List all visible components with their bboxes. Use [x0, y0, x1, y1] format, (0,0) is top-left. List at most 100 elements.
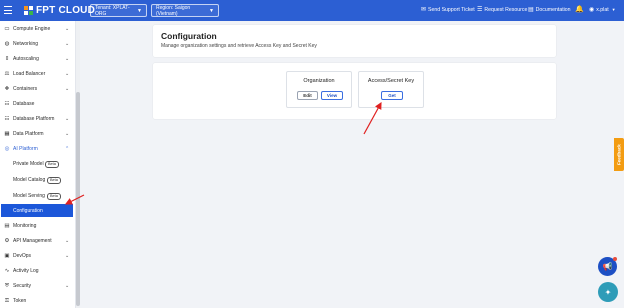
bell-icon[interactable]: 🔔: [575, 5, 584, 13]
sidebar-item-label: Token: [13, 298, 27, 304]
caret-down-icon: ▼: [137, 7, 142, 14]
database-platform-icon: ☷: [4, 116, 10, 122]
globe-icon: ◍: [4, 41, 10, 47]
sidebar-item-configuration[interactable]: Configuration: [1, 204, 73, 217]
sidebar-item-data-platform[interactable]: ▦ Data Platform ⌄: [0, 128, 73, 140]
data-platform-icon: ▦: [4, 131, 10, 137]
assistant-icon: ✦: [604, 287, 612, 297]
sidebar-item-label: Activity Log: [13, 268, 39, 274]
sidebar-item-ai-platform[interactable]: ◎ AI Platform ⌃: [0, 143, 73, 155]
send-support-ticket-link[interactable]: ✉ Send Support Ticket: [421, 6, 475, 14]
tenant-selector[interactable]: Tenant: XPLAT-ORG ▼: [90, 4, 147, 17]
sidebar-item-label: Load Balancer: [13, 71, 46, 77]
sidebar-item-label: Networking: [13, 41, 39, 47]
sidebar-item-label: Data Platform: [13, 131, 44, 137]
sidebar-item-label: Security: [13, 283, 32, 289]
sidebar-item-label: Autoscaling: [13, 56, 39, 62]
request-resource-label: Request Resource: [484, 6, 528, 13]
sidebar-item-label: Model Catalog: [13, 177, 46, 183]
caret-down-icon: ▼: [611, 7, 616, 12]
sidebar-item-label: Private Model: [13, 161, 44, 167]
sidebar-item-devops[interactable]: ▣ DevOps ⌄: [0, 250, 73, 262]
chevron-down-icon: ⌄: [65, 283, 70, 289]
chevron-down-icon: ⌄: [65, 131, 70, 137]
page-title: Configuration: [161, 31, 217, 41]
announcement-button[interactable]: 📢: [598, 257, 617, 276]
key-icon: ⚿: [4, 297, 10, 304]
sidebar-item-token[interactable]: ⚿ Token: [0, 295, 73, 307]
documentation-label: Documentation: [535, 6, 571, 13]
sidebar-item-database[interactable]: ☷ Database: [0, 98, 73, 110]
get-access-key-button[interactable]: Get: [381, 91, 403, 100]
request-resource-link[interactable]: ☰ Request Resource: [477, 6, 528, 14]
sidebar-item-private-model[interactable]: Private Model Beta: [0, 158, 73, 170]
api-icon: ⚙: [4, 238, 10, 244]
sidebar-scrollbar-thumb[interactable]: [76, 92, 80, 306]
fpt-logo-icon: [24, 5, 34, 16]
sidebar-item-autoscaling[interactable]: ⇕ Autoscaling ⌄: [0, 53, 73, 65]
sidebar-item-load-balancer[interactable]: ⚖ Load Balancer ⌄: [0, 68, 73, 80]
sidebar-item-label: API Management: [13, 238, 52, 244]
documentation-link[interactable]: ▤ Documentation: [528, 6, 571, 14]
sidebar-item-compute-engine[interactable]: ▭ Compute Engine ⌄: [0, 23, 73, 35]
beta-badge: Beta: [47, 192, 61, 200]
caret-down-icon: ▼: [209, 7, 214, 14]
access-secret-key-title: Access/Secret Key: [367, 78, 415, 84]
sidebar-item-label: Database Platform: [13, 116, 55, 122]
ai-icon: ◎: [4, 146, 10, 152]
container-icon: ❖: [4, 86, 10, 92]
sidebar-item-model-catalog[interactable]: Model Catalog Beta: [0, 174, 73, 186]
chevron-down-icon: ⌄: [65, 41, 70, 47]
tenant-label: Tenant: XPLAT-ORG: [95, 4, 130, 17]
access-secret-key-panel: Access/Secret Key Get: [358, 71, 424, 108]
send-support-label: Send Support Ticket: [428, 6, 475, 13]
region-selector[interactable]: Region: Saigon (Vietnam) ▼: [151, 4, 219, 17]
monitoring-icon: ▤: [4, 223, 10, 229]
sidebar-item-label: Database: [13, 101, 35, 107]
page-header-card: Configuration Manage organization settin…: [153, 25, 556, 57]
chevron-down-icon: ⌄: [65, 116, 70, 122]
top-navbar: FPT CLOUD Tenant: XPLAT-ORG ▼ Region: Sa…: [0, 0, 624, 21]
page-description: Manage organization settings and retriev…: [161, 43, 317, 49]
brand-name: FPT CLOUD: [36, 5, 96, 16]
chevron-down-icon: ⌄: [65, 253, 70, 259]
user-menu[interactable]: ◉ x.plat ▼: [589, 6, 616, 14]
beta-badge: Beta: [45, 160, 59, 168]
sidebar-item-label: AI Platform: [13, 146, 38, 152]
sidebar-item-model-serving[interactable]: Model Serving Beta: [0, 190, 73, 202]
balance-icon: ⚖: [4, 71, 10, 77]
sidebar-item-label: Containers: [13, 86, 38, 92]
organization-panel: Organization Edit View: [286, 71, 352, 108]
brand-logo[interactable]: FPT CLOUD: [24, 4, 95, 17]
sidebar-item-label: Model Serving: [13, 193, 45, 199]
sidebar-item-label: Monitoring: [13, 223, 37, 229]
beta-badge: Beta: [47, 176, 61, 184]
organization-view-button[interactable]: View: [321, 91, 343, 100]
request-icon: ☰: [477, 7, 483, 13]
sidebar-item-networking[interactable]: ◍ Networking ⌄: [0, 38, 73, 50]
sidebar-item-label: Compute Engine: [13, 26, 51, 32]
autoscale-icon: ⇕: [4, 56, 10, 62]
menu-icon[interactable]: [4, 6, 12, 14]
sidebar-item-label: DevOps: [13, 253, 32, 259]
chevron-down-icon: ⌄: [65, 56, 70, 62]
chevron-down-icon: ⌄: [65, 86, 70, 92]
feedback-tab[interactable]: Feedback: [614, 138, 624, 171]
sidebar-item-containers[interactable]: ❖ Containers ⌄: [0, 83, 73, 95]
assistant-button[interactable]: ✦: [598, 282, 618, 302]
sidebar-item-activity-log[interactable]: ∿ Activity Log: [0, 265, 73, 277]
organization-edit-button[interactable]: Edit: [297, 91, 318, 100]
monitor-icon: ▭: [4, 26, 10, 32]
chevron-down-icon: ⌄: [65, 26, 70, 32]
sidebar-item-database-platform[interactable]: ☷ Database Platform ⌄: [0, 113, 73, 125]
notification-dot: [613, 257, 617, 261]
shield-icon: ⛨: [4, 282, 10, 289]
sidebar-item-api-management[interactable]: ⚙ API Management ⌄: [0, 235, 73, 247]
chevron-down-icon: ⌄: [65, 71, 70, 77]
sidebar-item-monitoring[interactable]: ▤ Monitoring: [0, 220, 73, 232]
sidebar-item-security[interactable]: ⛨ Security ⌄: [0, 280, 73, 292]
user-name: x.plat: [596, 6, 609, 13]
configuration-card: Organization Edit View Access/Secret Key…: [153, 63, 556, 119]
ticket-icon: ✉: [421, 7, 427, 13]
organization-title: Organization: [303, 78, 335, 84]
